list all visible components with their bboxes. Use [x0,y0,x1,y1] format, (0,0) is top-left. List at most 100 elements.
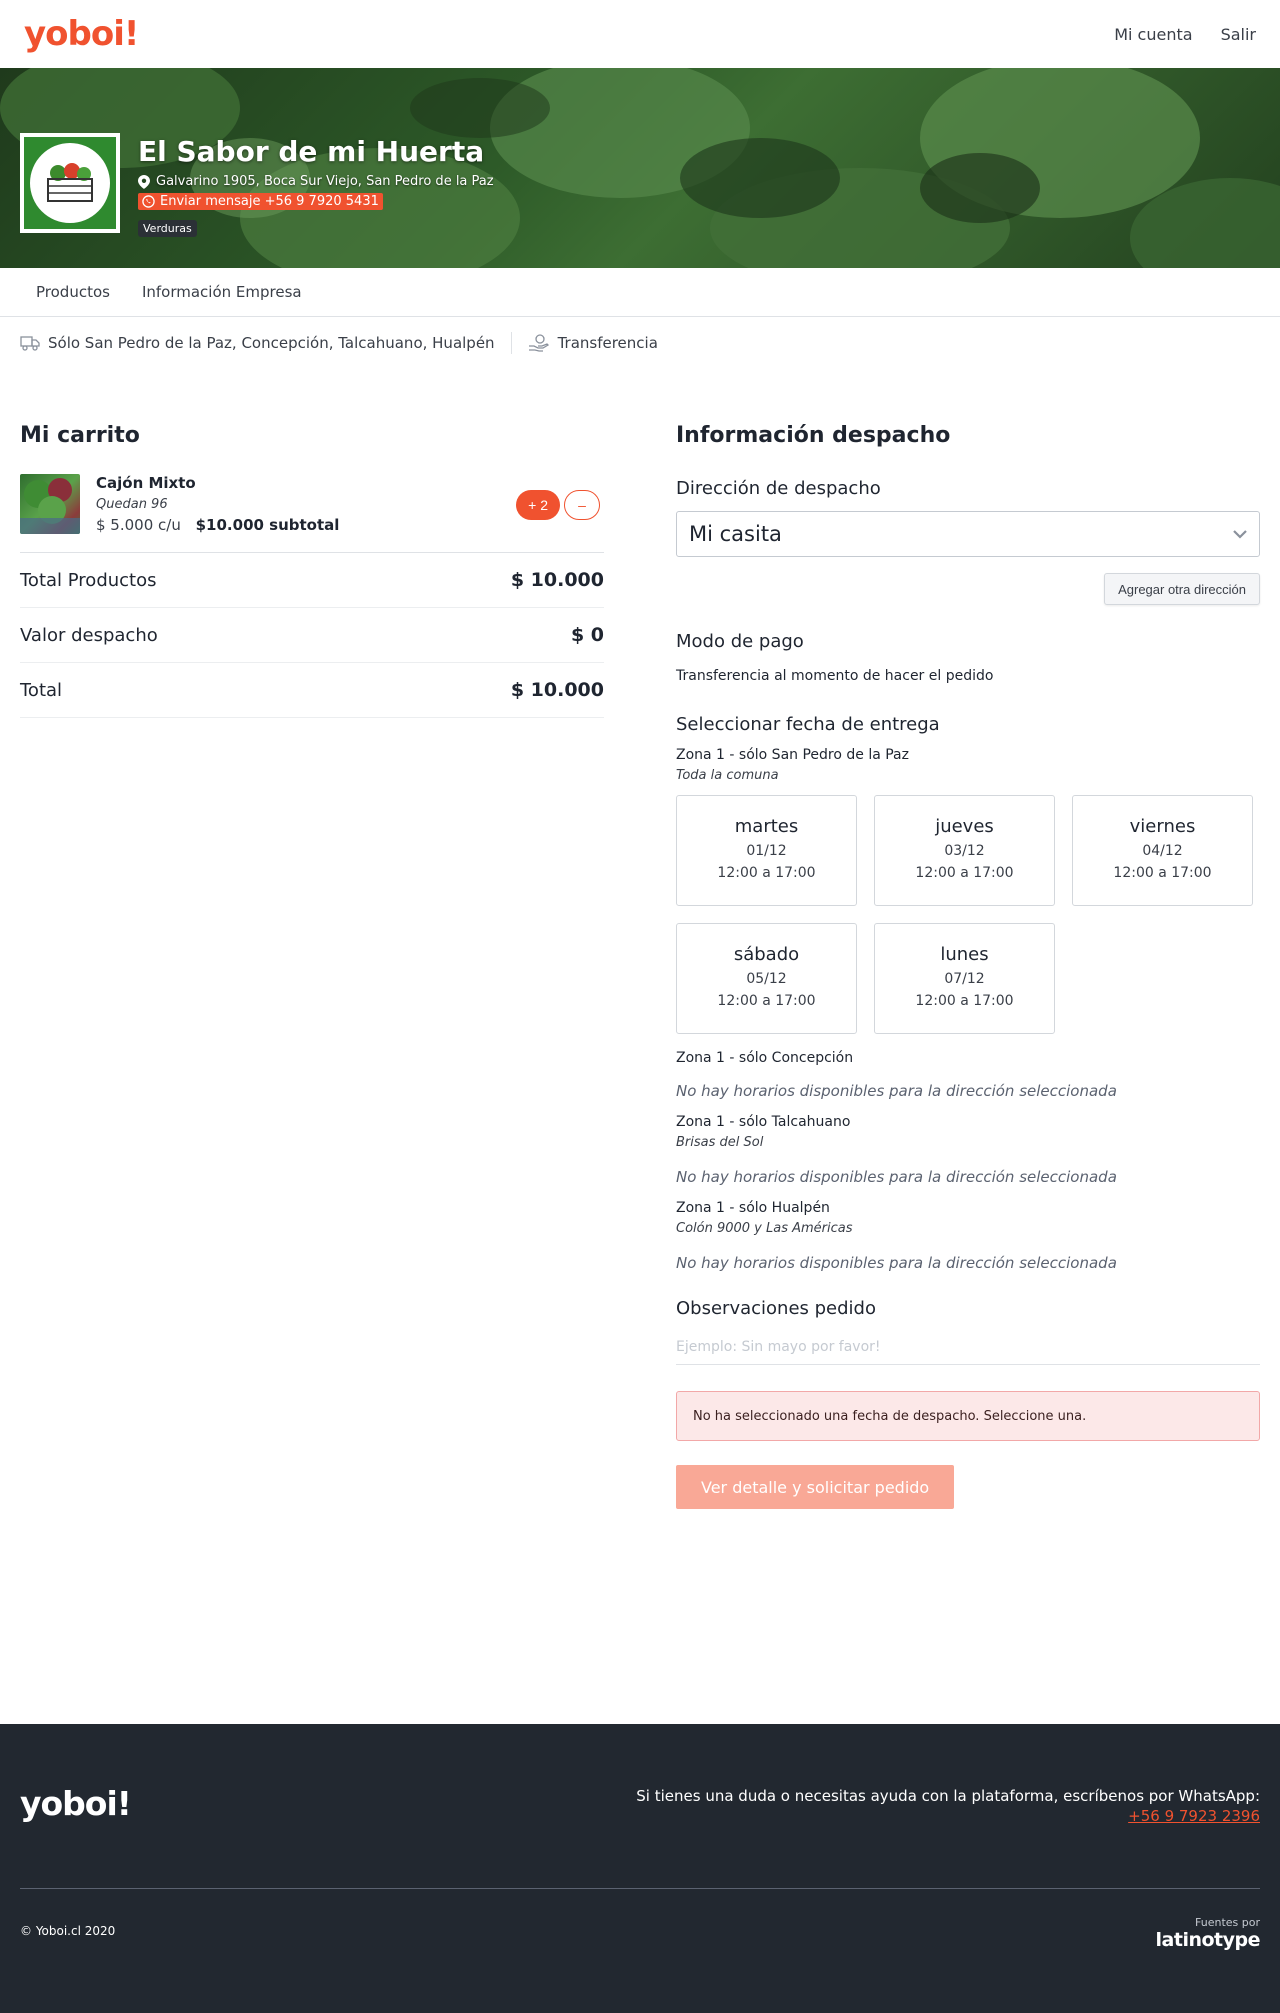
total-value: $ 0 [570,624,604,646]
map-pin-icon [138,174,150,189]
store-tabs: Productos Información Empresa [0,268,1280,317]
slot-time: 12:00 a 17:00 [915,993,1014,1009]
slot-day: viernes [1129,816,1196,837]
submit-order-button[interactable]: Ver detalle y solicitar pedido [676,1465,955,1509]
slot-date: 04/12 [1142,843,1183,859]
delivery-slot[interactable]: sábado 05/12 12:00 a 17:00 [676,923,857,1034]
my-account-link[interactable]: Mi cuenta [1114,25,1192,44]
footer: yoboi! Si tienes una duda o necesitas ay… [0,1724,1280,2013]
cart-section: Mi carrito Cajón Mixto Quedan 96 $ 5.000… [20,423,604,718]
latinotype-logo[interactable]: latinotype [1156,1929,1261,1951]
fonts-credit: Fuentes por latinotype [1156,1916,1261,1951]
product-image [20,478,80,534]
delivery-slot[interactable]: jueves 03/12 12:00 a 17:00 [874,795,1055,906]
store-logo [20,133,120,233]
store-address: Galvarino 1905, Boca Sur Viejo, San Pedr… [138,174,494,189]
notes-label: Observaciones pedido [676,1298,876,1319]
no-date-alert: No ha seleccionado una fecha de despacho… [676,1391,1260,1441]
slot-time: 12:00 a 17:00 [717,993,816,1009]
whatsapp-icon [142,195,155,208]
slot-time: 12:00 a 17:00 [915,865,1014,881]
shipping-section: Información despacho Dirección de despac… [676,423,1260,1509]
category-badge: Verduras [138,220,197,237]
decrease-quantity-button[interactable]: – [564,490,600,520]
slot-time: 12:00 a 17:00 [1113,865,1212,881]
no-slots-message: No hay horarios disponibles para la dire… [676,1168,1117,1186]
store-hero: El Sabor de mi Huerta Galvarino 1905, Bo… [0,68,1280,268]
quantity-controls: + 2 – [516,490,600,520]
top-bar: yoboi! Mi cuenta Salir [0,0,1280,68]
copyright: © Yoboi.cl 2020 [20,1924,116,1938]
total-value: $ 10.000 [510,569,604,591]
zone-subtitle: Toda la comuna [676,768,779,783]
item-subtotal: $10.000 subtotal [195,516,340,534]
store-name: El Sabor de mi Huerta [138,135,485,168]
cart-totals: Total Productos $ 10.000 Valor despacho … [20,552,604,718]
no-slots-message: No hay horarios disponibles para la dire… [676,1254,1117,1272]
top-nav: Mi cuenta Salir [1114,25,1256,44]
total-label: Total [20,679,63,701]
product-price: $ 5.000 c/u $10.000 subtotal [96,516,339,534]
payment-text: Transferencia al momento de hacer el ped… [676,668,994,684]
info-divider [510,332,512,354]
zone-subtitle: Brisas del Sol [676,1135,764,1150]
zone-talcahuano: Zona 1 - sólo Talcahuano Brisas del Sol … [676,1114,1260,1186]
delivery-info-text: Sólo San Pedro de la Paz, Concepción, Ta… [48,334,495,352]
slot-date: 03/12 [944,843,985,859]
address-label: Dirección de despacho [676,478,881,499]
footer-help-text: Si tienes una duda o necesitas ayuda con… [636,1787,1260,1805]
zone-hualpen: Zona 1 - sólo Hualpén Colón 9000 y Las A… [676,1200,1260,1272]
address-select[interactable]: Mi casita [676,511,1260,557]
product-thumbnail [20,474,80,534]
footer-help: Si tienes una duda o necesitas ayuda con… [636,1786,1260,1826]
zone-title: Zona 1 - sólo Hualpén [676,1200,830,1216]
chevron-down-icon [1233,530,1247,539]
increase-quantity-button[interactable]: + 2 [516,490,560,520]
truck-icon [20,336,40,351]
total-row: Total Productos $ 10.000 [20,553,604,608]
cart-item: Cajón Mixto Quedan 96 $ 5.000 c/u $10.00… [20,474,604,534]
logout-link[interactable]: Salir [1221,25,1256,44]
zone-title: Zona 1 - sólo Concepción [676,1050,854,1066]
slot-date: 05/12 [746,971,787,987]
unit-price: $ 5.000 c/u [96,516,181,534]
tab-productos[interactable]: Productos [36,283,110,301]
whatsapp-contact-text: Enviar mensaje +56 9 7920 5431 [160,194,379,209]
whatsapp-contact-link[interactable]: Enviar mensaje +56 9 7920 5431 [138,193,383,210]
slot-day: sábado [733,944,800,965]
order-notes-input[interactable] [676,1329,1260,1365]
zone-title: Zona 1 - sólo Talcahuano [676,1114,851,1130]
delivery-slots: martes 01/12 12:00 a 17:00 jueves 03/12 … [676,795,1260,1034]
total-value: $ 10.000 [510,679,604,701]
product-stock: Quedan 96 [96,497,168,512]
total-label: Total Productos [20,569,157,591]
delivery-info: Sólo San Pedro de la Paz, Concepción, Ta… [20,334,495,352]
shipping-title: Información despacho [676,423,951,448]
footer-logo[interactable]: yoboi! [20,1784,132,1823]
delivery-date-label: Seleccionar fecha de entrega [676,714,940,735]
no-slots-message: No hay horarios disponibles para la dire… [676,1082,1117,1100]
slot-day: jueves [935,816,994,837]
hand-money-icon [528,334,549,352]
tab-informacion-empresa[interactable]: Información Empresa [142,283,302,301]
add-address-button[interactable]: Agregar otra dirección [1104,573,1260,605]
delivery-slot[interactable]: lunes 07/12 12:00 a 17:00 [874,923,1055,1034]
zone-concepcion: Zona 1 - sólo Concepción No hay horarios… [676,1050,1260,1100]
footer-divider [20,1888,1260,1889]
total-row: Valor despacho $ 0 [20,608,604,663]
total-label: Valor despacho [20,624,158,646]
slot-day: lunes [940,944,989,965]
product-name: Cajón Mixto [96,474,196,492]
payment-label: Modo de pago [676,631,804,652]
delivery-slot[interactable]: martes 01/12 12:00 a 17:00 [676,795,857,906]
store-address-text: Galvarino 1905, Boca Sur Viejo, San Pedr… [156,174,494,189]
address-select-value: Mi casita [689,522,782,546]
store-header: El Sabor de mi Huerta Galvarino 1905, Bo… [20,133,494,237]
footer-whatsapp-link[interactable]: +56 9 7923 2396 [1128,1807,1260,1825]
slot-time: 12:00 a 17:00 [717,865,816,881]
store-info-bar: Sólo San Pedro de la Paz, Concepción, Ta… [0,317,1280,369]
yoboi-logo[interactable]: yoboi! [24,14,139,54]
zone-title: Zona 1 - sólo San Pedro de la Paz [676,747,909,763]
total-row: Total $ 10.000 [20,663,604,718]
delivery-slot[interactable]: viernes 04/12 12:00 a 17:00 [1072,795,1253,906]
